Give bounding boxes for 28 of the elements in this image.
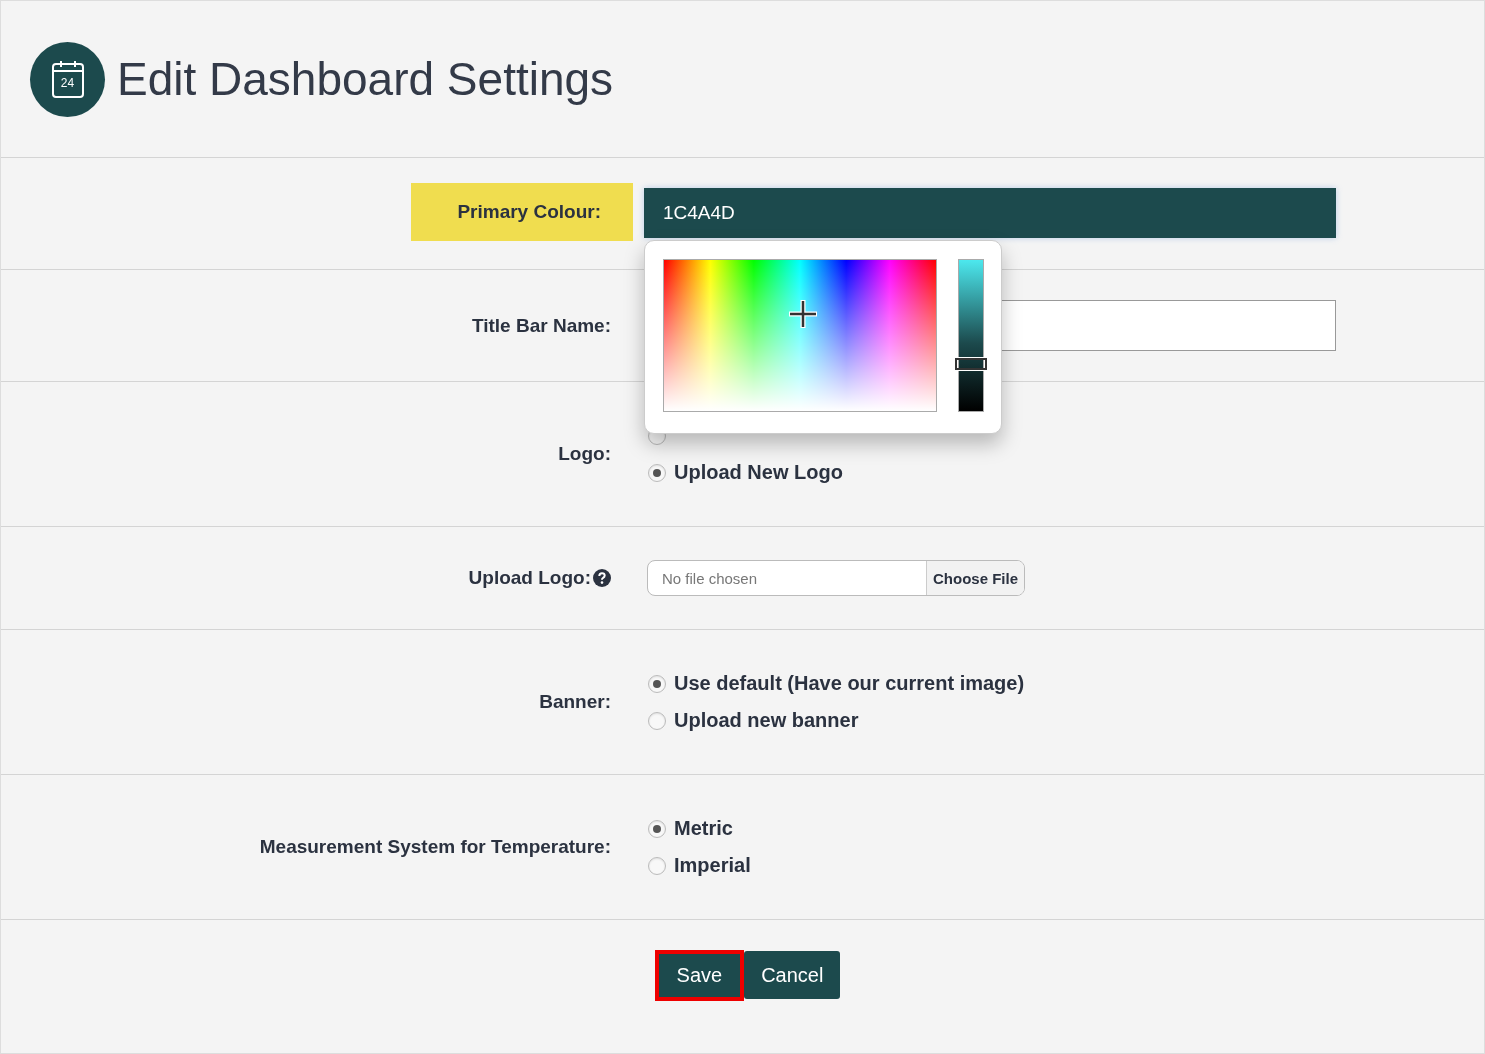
field-label: Title Bar Name:	[471, 314, 611, 337]
help-icon[interactable]	[593, 569, 611, 587]
calendar-icon	[50, 59, 85, 99]
save-button[interactable]: Save	[654, 950, 745, 1001]
radio-button[interactable]	[648, 711, 666, 730]
cancel-button[interactable]: Cancel	[744, 951, 841, 999]
shade-slider-thumb[interactable]	[955, 358, 987, 371]
page-title: Edit Dashboard Settings	[117, 52, 614, 106]
radio-label[interactable]: Imperial	[674, 854, 751, 877]
field-label: Logo:	[558, 443, 611, 465]
radio-button[interactable]	[648, 674, 666, 693]
radio-label[interactable]: Metric	[674, 817, 733, 840]
field-label: Banner:	[539, 691, 611, 713]
calendar-date: 24	[59, 75, 76, 90]
radio-label[interactable]: Use default (Have our current image)	[674, 672, 1025, 695]
radio-button[interactable]	[648, 463, 666, 482]
crosshair-icon[interactable]	[788, 299, 818, 329]
field-label: Upload Logo:	[468, 567, 611, 589]
field-label: Measurement System for Temperature:	[259, 836, 611, 858]
field-label: Primary Colour:	[411, 183, 633, 241]
choose-file-button[interactable]: Choose File	[926, 561, 1024, 595]
color-spectrum[interactable]	[663, 259, 937, 412]
radio-label[interactable]: Upload new banner	[674, 709, 859, 732]
color-input[interactable]: 1C4A4D	[644, 188, 1336, 238]
radio-button[interactable]	[648, 819, 666, 838]
radio-label[interactable]: Upload New Logo	[674, 461, 843, 484]
radio-button[interactable]	[648, 856, 666, 875]
file-input[interactable]: No file chosen Choose File	[647, 560, 1025, 596]
